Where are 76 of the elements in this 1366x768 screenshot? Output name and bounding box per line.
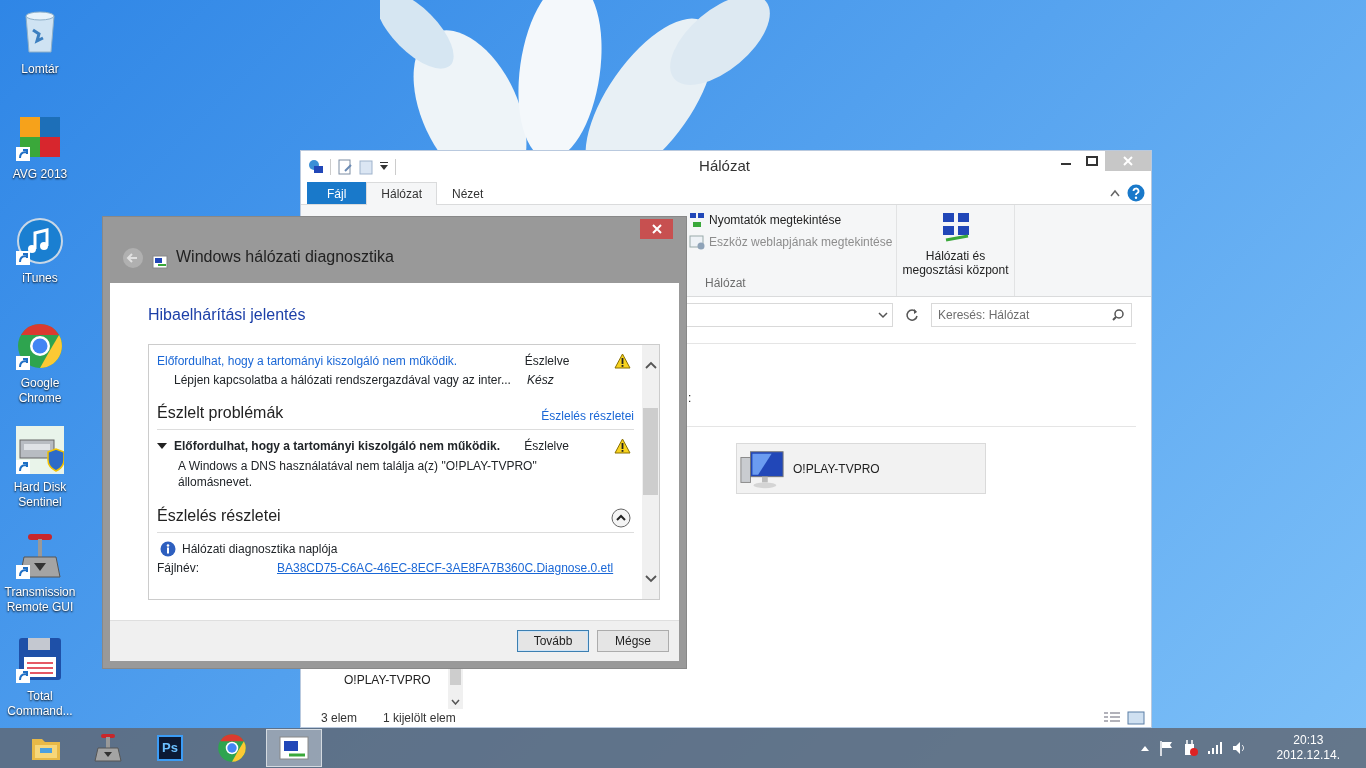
- status-text: Észlelve: [524, 437, 570, 455]
- status-text: Kész: [527, 371, 555, 389]
- close-icon: [651, 224, 662, 234]
- collapse-ribbon-icon[interactable]: [1109, 188, 1121, 198]
- section-title: Észlelt problémák: [157, 402, 284, 423]
- status-text: 3 elem: [321, 710, 358, 727]
- properties-icon[interactable]: [337, 158, 353, 175]
- desktop-icon-label[interactable]: AVG 2013: [12, 166, 68, 182]
- help-icon[interactable]: [1127, 184, 1145, 202]
- flag-icon[interactable]: [1158, 740, 1173, 756]
- lever-box-icon: [93, 733, 123, 763]
- nav-item[interactable]: O!PLAY-TVPRO: [338, 671, 431, 689]
- network-diagnostics-icon: [279, 735, 309, 761]
- desktop-icon-label[interactable]: Google Chrome: [2, 375, 78, 406]
- taskbar-button[interactable]: Ps: [142, 729, 198, 767]
- file-link[interactable]: BA38CD75-C6AC-46EC-8ECF-3AE8FA7B360C.Diagnose.0.etl: [277, 558, 614, 577]
- ribbon-tab[interactable]: Hálózat: [366, 182, 438, 205]
- expanded-arrow-icon[interactable]: [157, 441, 168, 450]
- ribbon-group-label: Hálózat: [704, 275, 747, 292]
- collapse-button[interactable]: [611, 508, 631, 528]
- show-hidden-icons-button[interactable]: [1139, 744, 1150, 752]
- scrollbar[interactable]: [642, 345, 659, 599]
- webpage-icon: [689, 234, 705, 250]
- info-icon: [160, 540, 176, 557]
- hard-drive-icon[interactable]: [16, 426, 64, 474]
- status-text: 1 kijelölt elem: [383, 710, 456, 727]
- maximize-icon[interactable]: [1086, 156, 1098, 166]
- speaker-icon[interactable]: [1231, 741, 1246, 755]
- network-diagnostics-icon: [152, 255, 168, 269]
- desktop-icon-label[interactable]: Total Command...: [2, 689, 78, 719]
- problem-link[interactable]: Előfordulhat, hogy a tartományi kiszolgáló nem működik.: [157, 351, 525, 370]
- refresh-icon[interactable]: [905, 308, 919, 322]
- dialog-title: Windows hálózati diagnosztika: [176, 247, 394, 267]
- scroll-down-icon[interactable]: [644, 575, 657, 583]
- step-text: Lépjen kapcsolatba a hálózati rendszergazdával vagy az inter...: [173, 371, 512, 389]
- network-center-button[interactable]: Hálózati és megosztási központ: [897, 205, 1015, 296]
- network-computers-icon: [689, 212, 705, 228]
- network-icon[interactable]: [308, 158, 324, 175]
- desktop-icon-label[interactable]: Lomtár: [21, 62, 59, 77]
- search-icon: [1112, 309, 1124, 321]
- warning-icon: [614, 352, 631, 369]
- ribbon-command[interactable]: Nyomtatók megtekintése: [689, 209, 842, 231]
- close-button[interactable]: [640, 219, 673, 239]
- browser-logo-icon[interactable]: [16, 321, 64, 370]
- desktop-icon-label[interactable]: iTunes: [22, 271, 58, 286]
- problem-description: A Windows a DNS használatával nem találja a(z) "O!PLAY-TVPRO" állomásnevet.: [177, 458, 538, 490]
- dialog-button[interactable]: Mégse: [597, 630, 669, 652]
- file-menu-tab[interactable]: Fájl: [307, 182, 367, 204]
- browser-logo-icon: [217, 733, 247, 763]
- music-note-icon[interactable]: [16, 217, 64, 265]
- warning-icon: [614, 437, 631, 454]
- window-title: Hálózat: [698, 156, 751, 177]
- section-title: Észlelés részletei: [157, 505, 281, 526]
- field-label: Fájlnév:: [157, 559, 201, 577]
- tiles-view-icon[interactable]: [1127, 711, 1145, 725]
- dropdown-arrow-icon[interactable]: [379, 161, 389, 172]
- taskbar-button[interactable]: [266, 729, 322, 767]
- app-logo: Ps: [157, 735, 183, 761]
- scroll-down-icon[interactable]: [451, 699, 460, 705]
- chevron-down-icon[interactable]: [878, 311, 888, 319]
- desktop-icon-label[interactable]: Hard Disk Sentinel: [2, 480, 78, 510]
- scroll-up-icon[interactable]: [644, 361, 657, 369]
- desktop-icon-label[interactable]: Transmission Remote GUI: [2, 584, 78, 615]
- search-field[interactable]: Keresés: Hálózat: [931, 303, 1132, 327]
- content-text: :: [688, 390, 692, 407]
- close-icon: [1123, 156, 1133, 166]
- report-heading: Hibaelhárítási jelentés: [148, 305, 306, 325]
- dialog-button[interactable]: Tovább: [517, 630, 589, 652]
- problem-title: Előfordulhat, hogy a tartományi kiszolgáló nem működik.: [173, 437, 501, 455]
- device-tile[interactable]: O!PLAY-TVPRO: [736, 443, 986, 494]
- status-text: Észlelve: [524, 352, 571, 370]
- signal-icon[interactable]: [1206, 741, 1223, 755]
- ribbon-tab[interactable]: Nézet: [437, 182, 499, 204]
- details-link[interactable]: Észlelés részletei: [541, 407, 634, 425]
- log-title: Hálózati diagnosztika naplója: [182, 540, 338, 558]
- clock[interactable]: 20:13 2012.12.14.: [1276, 733, 1340, 763]
